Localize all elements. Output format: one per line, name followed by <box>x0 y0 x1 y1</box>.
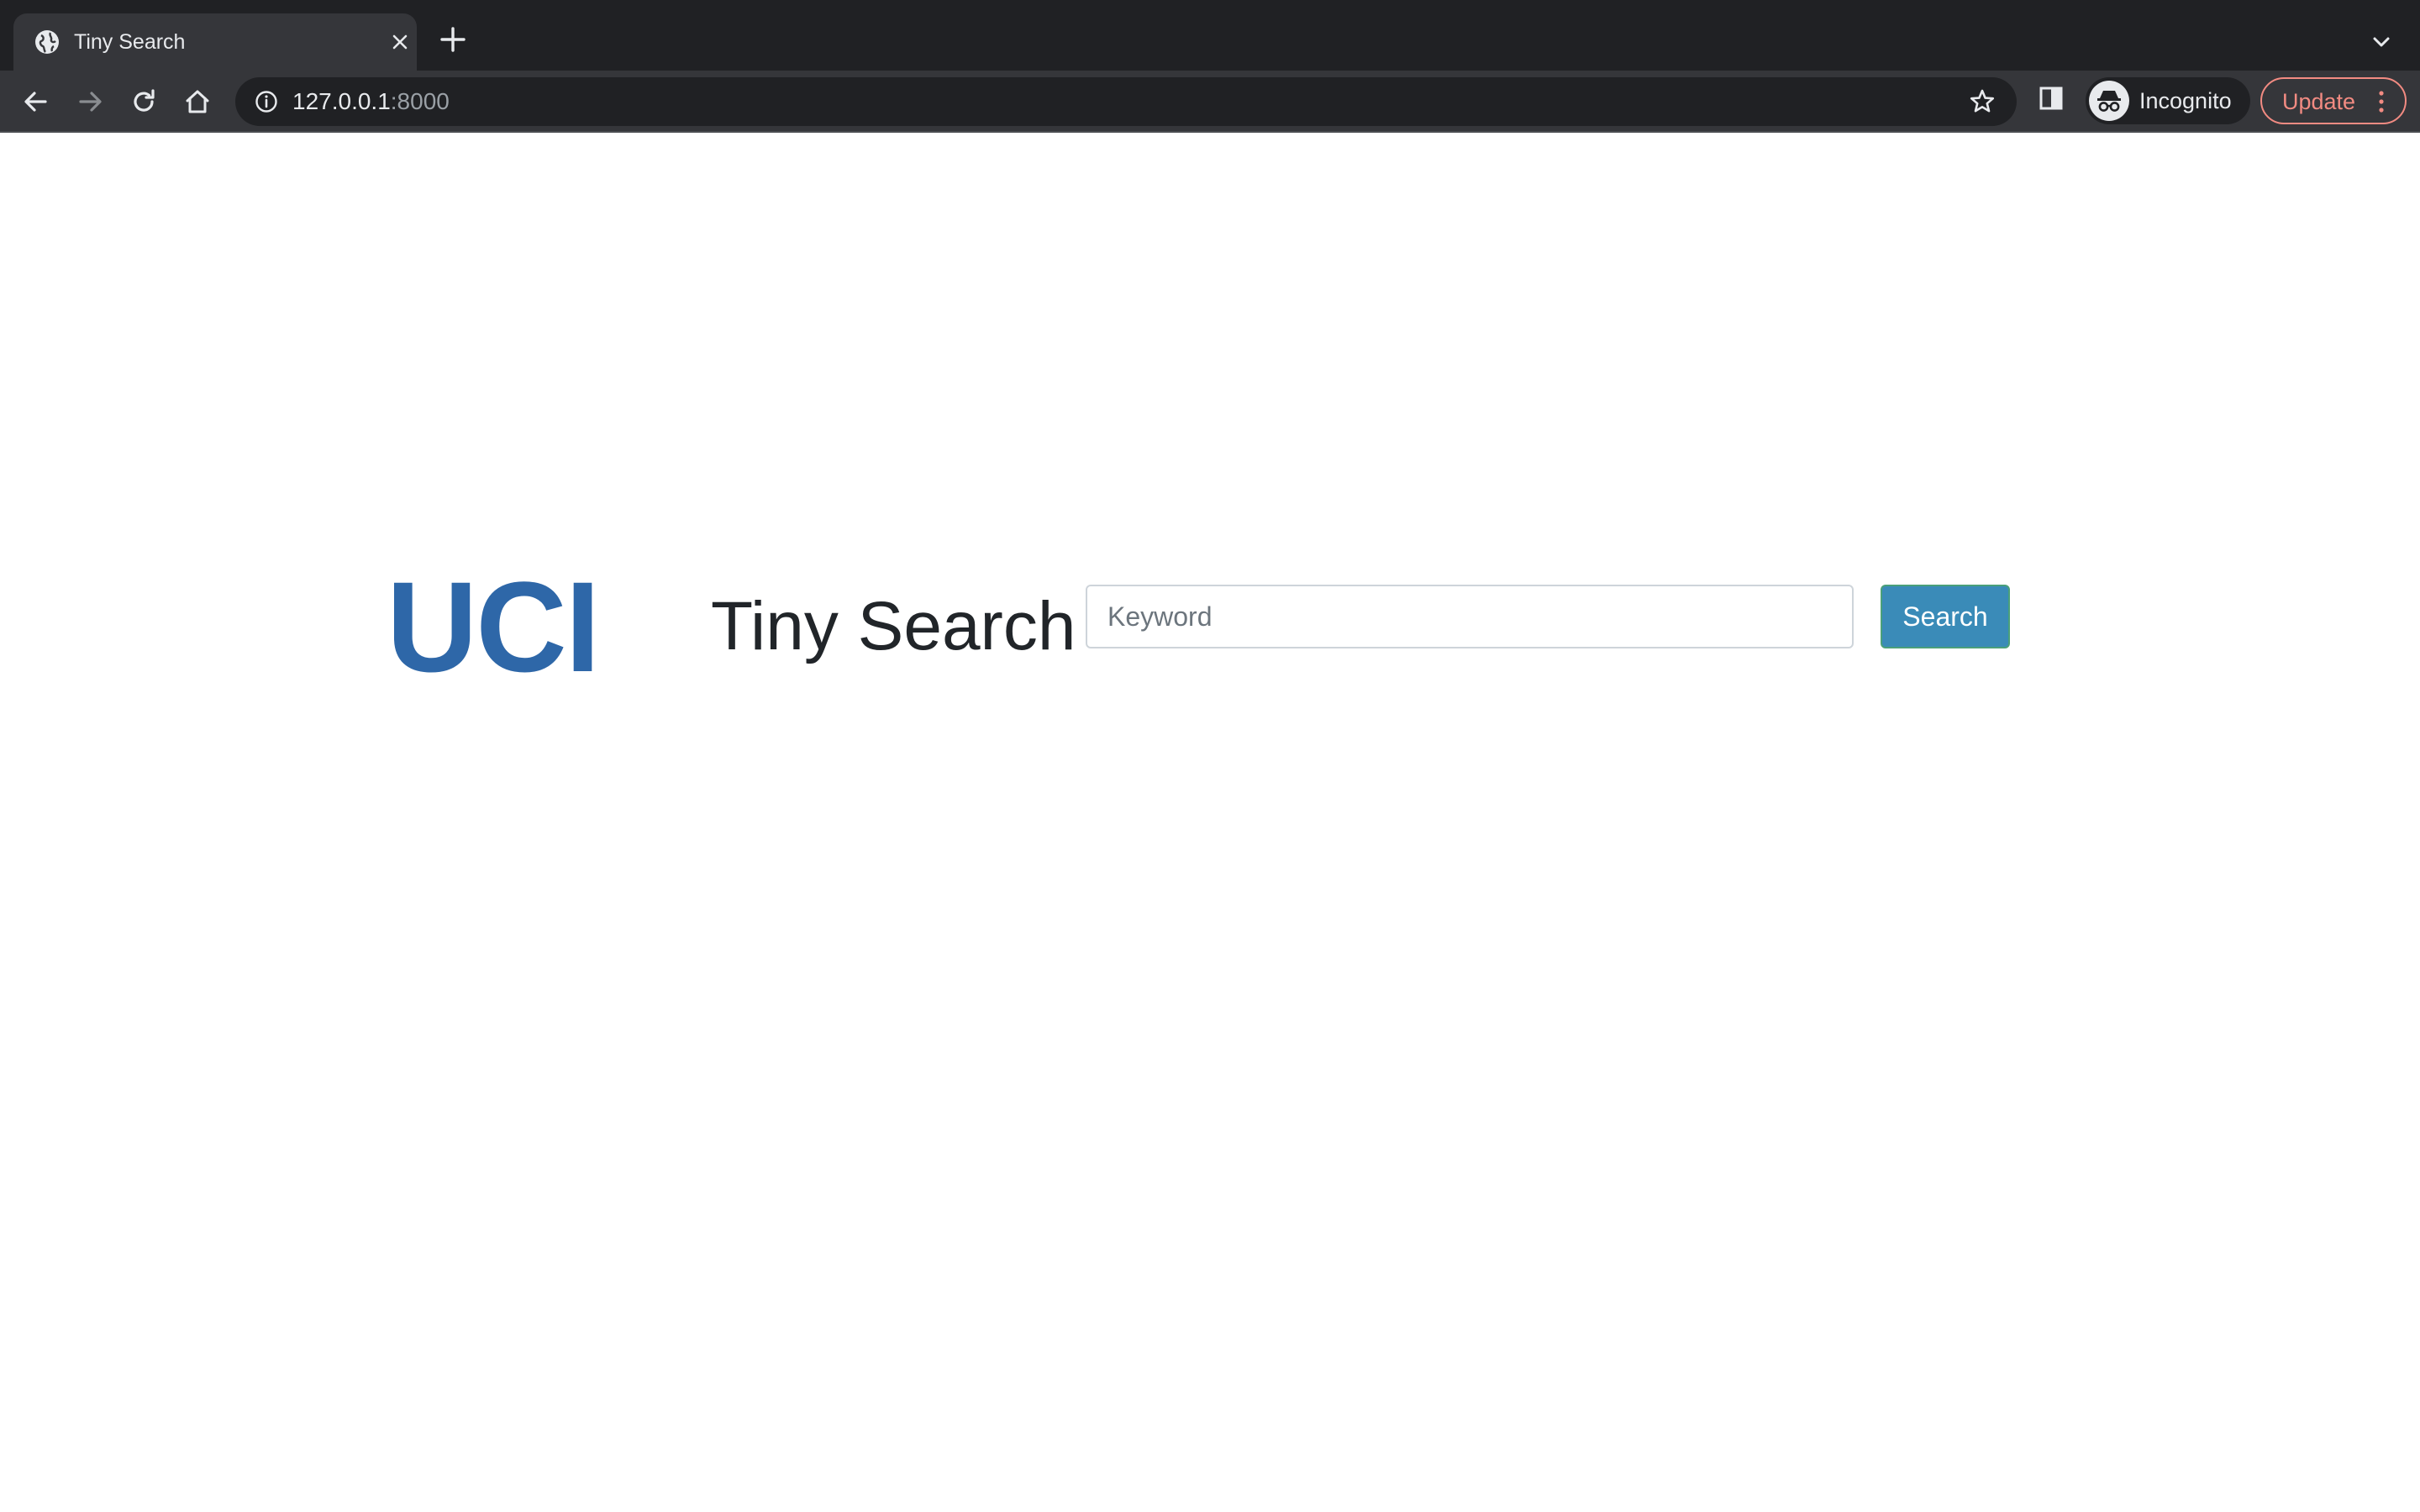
bookmark-star-icon[interactable] <box>1968 87 1996 116</box>
more-vert-icon[interactable] <box>2376 89 2386 114</box>
info-icon[interactable] <box>254 89 279 114</box>
uci-logo: UCI <box>387 554 600 699</box>
url-text[interactable]: 127.0.0.1:8000 <box>292 87 450 117</box>
browser-tab-active[interactable]: Tiny Search <box>13 13 417 71</box>
avatar <box>2089 81 2129 121</box>
back-arrow-icon[interactable] <box>20 86 52 118</box>
search-input[interactable] <box>1086 585 1854 648</box>
close-icon[interactable] <box>388 30 412 54</box>
browser-tabstrip: Tiny Search <box>0 0 2420 71</box>
incognito-icon <box>2097 91 2121 112</box>
url-host: 127.0.0.1 <box>292 88 391 114</box>
page-title: Tiny Search <box>711 588 1076 664</box>
forward-arrow-icon[interactable] <box>74 86 106 118</box>
search-button[interactable]: Search <box>1881 585 2010 648</box>
address-bar[interactable]: 127.0.0.1:8000 <box>235 77 2017 126</box>
globe-icon <box>35 30 59 54</box>
side-panel-icon[interactable] <box>2037 84 2065 113</box>
page-viewport <box>0 133 2420 1512</box>
reload-icon[interactable] <box>128 86 160 118</box>
incognito-label: Incognito <box>2139 88 2232 113</box>
home-icon[interactable] <box>182 86 213 118</box>
update-label: Update <box>2282 89 2356 114</box>
new-tab-plus-icon[interactable] <box>439 25 467 54</box>
update-button[interactable]: Update <box>2260 77 2407 124</box>
tab-title: Tiny Search <box>74 30 186 54</box>
url-port: :8000 <box>390 88 450 114</box>
chevron-down-icon[interactable] <box>2370 30 2393 54</box>
incognito-profile-chip[interactable]: Incognito <box>2086 77 2250 124</box>
